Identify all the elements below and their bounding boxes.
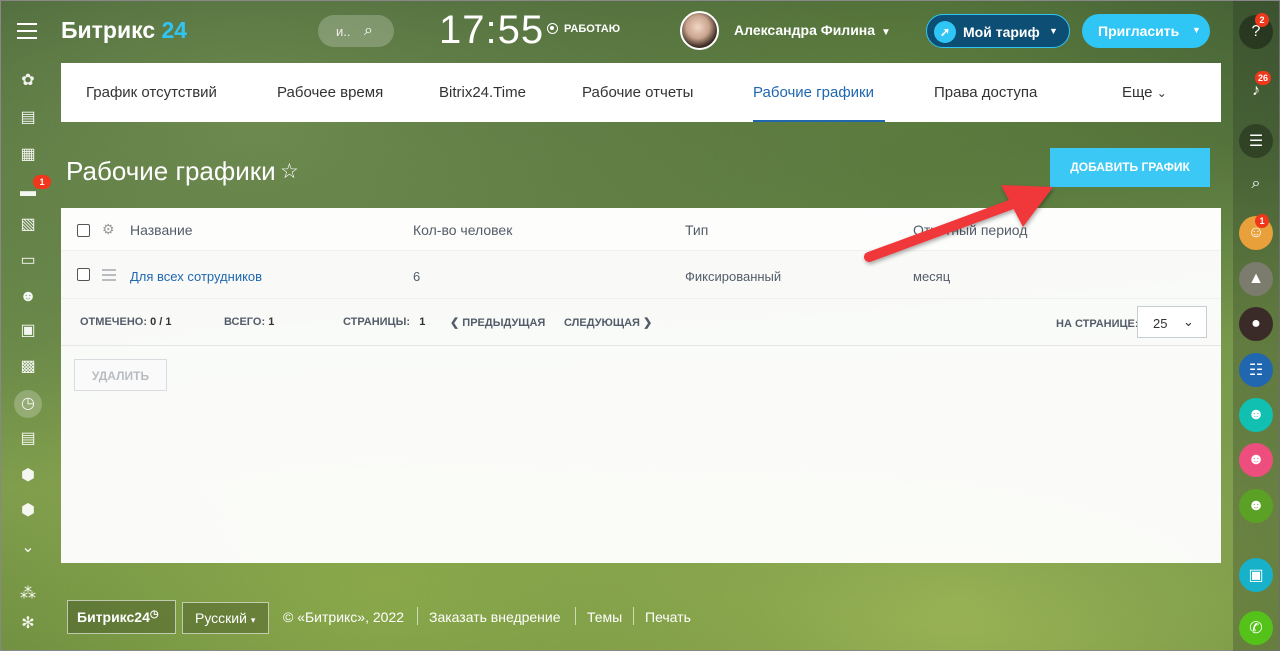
tab-absence[interactable]: График отсутствий <box>86 84 217 101</box>
box2-icon[interactable]: ⬢ <box>18 501 38 521</box>
chevron-down-icon: ⌄ <box>1156 86 1167 100</box>
user-avatar[interactable] <box>680 11 719 50</box>
copyright-text: © «Битрикс», 2022 <box>283 609 405 625</box>
column-type[interactable]: Тип <box>685 222 708 238</box>
left-sidebar: ✿ ▤ ▦ ▬ 1 ▧ ▭ ☻ ▣ ▩ ◷ ▤ ⬢ ⬢ ⌄ ⁂ ✻ <box>1 1 53 651</box>
chevron-right-icon: ❯ <box>643 317 653 329</box>
tab-access-rights[interactable]: Права доступа <box>934 84 1037 101</box>
sites-icon[interactable]: ▣ <box>18 321 38 341</box>
messages-icon[interactable]: ☰ <box>1239 124 1273 158</box>
column-period[interactable]: Отчетный период <box>913 222 1027 238</box>
notify-badge: 26 <box>1255 71 1272 85</box>
chevron-down-icon: ⌄ <box>1183 314 1194 329</box>
search-input[interactable]: и.. <box>336 24 351 39</box>
tab-work-schedules[interactable]: Рабочие графики <box>753 84 874 101</box>
add-schedule-button[interactable]: ДОБАВИТЬ ГРАФИК <box>1050 148 1210 187</box>
prev-page-link[interactable]: ❮ ПРЕДЫДУЩАЯ <box>450 316 545 329</box>
footer-logo[interactable]: Битрикс24◷ <box>67 600 176 634</box>
user-menu[interactable]: Александра Филина ▼ <box>734 22 891 38</box>
search-box[interactable]: и.. ⌕ <box>318 15 394 47</box>
checked-count: ОТМЕЧЕНО: 0 / 1 <box>80 316 172 328</box>
group-chat-icon[interactable]: ☷ <box>1239 353 1273 387</box>
copy-icon[interactable]: ▣ <box>1239 558 1273 592</box>
right-sidebar: ? 2 ♪ 26 ☰ ⌕ ☺ 1 ▲ ● ☷ ☻ ☻ ☻ ▣ ✆ <box>1233 1 1280 651</box>
docs-icon[interactable]: ▧ <box>18 215 38 235</box>
time-icon[interactable]: ◷ <box>14 390 42 418</box>
tab-work-time[interactable]: Рабочее время <box>277 84 383 101</box>
contact-avatar-2[interactable]: ▲ <box>1239 262 1273 296</box>
work-status[interactable]: РАБОТАЮ <box>547 23 620 35</box>
schedule-type: Фиксированный <box>685 269 782 284</box>
total-count: ВСЕГО: 1 <box>224 316 275 328</box>
table-row[interactable]: Для всех сотрудников 6 Фиксированный мес… <box>61 252 1221 299</box>
more-down-icon[interactable]: ⌄ <box>18 538 38 558</box>
chevron-down-icon: ▾ <box>250 615 256 625</box>
tariff-button[interactable]: ➚ Мой тариф ▼ <box>926 14 1070 48</box>
page-title: Рабочие графики <box>66 156 276 186</box>
group-icon-2[interactable]: ☻ <box>1239 443 1273 477</box>
contact-avatar-3[interactable]: ● <box>1239 307 1273 341</box>
feed-icon[interactable]: ✿ <box>18 71 38 91</box>
rocket-icon: ➚ <box>934 21 956 43</box>
help-badge: 2 <box>1255 13 1269 27</box>
logo[interactable]: Битрикс 24 <box>61 17 187 44</box>
grid-header: ⚙ Название Кол-во человек Тип Отчетный п… <box>61 208 1221 251</box>
search-icon-right[interactable]: ⌕ <box>1239 167 1273 201</box>
users-icon[interactable]: ☻ <box>18 287 38 307</box>
pages-label: СТРАНИЦЫ: 1 <box>343 316 426 328</box>
menu-icon[interactable] <box>17 23 37 39</box>
phone-icon[interactable]: ✆ <box>1239 611 1273 645</box>
calendar-icon[interactable]: ▦ <box>18 145 38 165</box>
group-icon-1[interactable]: ☻ <box>1239 398 1273 432</box>
row-checkbox[interactable] <box>77 268 90 281</box>
themes-link[interactable]: Темы <box>587 609 622 625</box>
tab-bitrix-time[interactable]: Bitrix24.Time <box>439 84 526 101</box>
schedules-grid: ⚙ Название Кол-во человек Тип Отчетный п… <box>61 208 1221 563</box>
tasks-icon[interactable]: ▤ <box>18 108 38 128</box>
grid-footer: ОТМЕЧЕНО: 0 / 1 ВСЕГО: 1 СТРАНИЦЫ: 1 ❮ П… <box>61 300 1221 346</box>
next-page-link[interactable]: СЛЕДУЮЩАЯ ❯ <box>564 316 652 329</box>
search-icon[interactable]: ⌕ <box>364 22 373 40</box>
per-page-select[interactable]: 25 ⌄ <box>1137 306 1207 338</box>
clock-icon: ◷ <box>149 609 159 620</box>
chevron-left-icon: ❮ <box>450 317 460 329</box>
tabs-bar: График отсутствий Рабочее время Bitrix24… <box>61 63 1221 122</box>
separator <box>575 607 576 625</box>
schedule-count: 6 <box>413 269 421 284</box>
avatar-badge: 1 <box>1255 214 1269 228</box>
drag-handle-icon[interactable] <box>102 269 116 284</box>
settings-icon[interactable]: ✻ <box>18 614 38 634</box>
separator <box>417 607 418 625</box>
order-link[interactable]: Заказать внедрение <box>429 609 561 625</box>
record-icon <box>547 23 558 34</box>
language-select[interactable]: Русский ▾ <box>182 602 269 634</box>
star-icon[interactable]: ☆ <box>280 159 299 184</box>
chevron-down-icon: ▼ <box>1049 26 1058 36</box>
column-name[interactable]: Название <box>130 222 193 238</box>
print-link[interactable]: Печать <box>645 609 691 625</box>
schedule-period: месяц <box>913 269 951 284</box>
tab-work-reports[interactable]: Рабочие отчеты <box>582 84 693 101</box>
crm-icon[interactable]: ▩ <box>18 357 38 377</box>
chevron-down-icon: ▼ <box>1192 25 1201 35</box>
per-page-label: НА СТРАНИЦЕ: <box>1056 318 1139 330</box>
select-all-checkbox[interactable] <box>77 224 90 237</box>
drive-icon[interactable]: ▭ <box>18 251 38 271</box>
group-icon-3[interactable]: ☻ <box>1239 489 1273 523</box>
gear-icon[interactable]: ⚙ <box>102 221 115 238</box>
box-icon[interactable]: ⬢ <box>18 466 38 486</box>
tab-more[interactable]: Еще ⌄ <box>1122 84 1167 101</box>
column-count[interactable]: Кол-во человек <box>413 222 512 238</box>
structure-icon[interactable]: ⁂ <box>18 584 38 604</box>
delete-button[interactable]: УДАЛИТЬ <box>74 359 167 391</box>
schedule-name-link[interactable]: Для всех сотрудников <box>130 269 262 284</box>
chevron-down-icon: ▼ <box>881 27 891 38</box>
clock: 17:55 <box>439 8 545 52</box>
invite-button[interactable]: Пригласить ▼ <box>1082 14 1210 48</box>
separator <box>633 607 634 625</box>
contacts-icon[interactable]: ▤ <box>18 429 38 449</box>
active-tab-underline <box>753 120 885 122</box>
chat-badge: 1 <box>33 175 51 189</box>
